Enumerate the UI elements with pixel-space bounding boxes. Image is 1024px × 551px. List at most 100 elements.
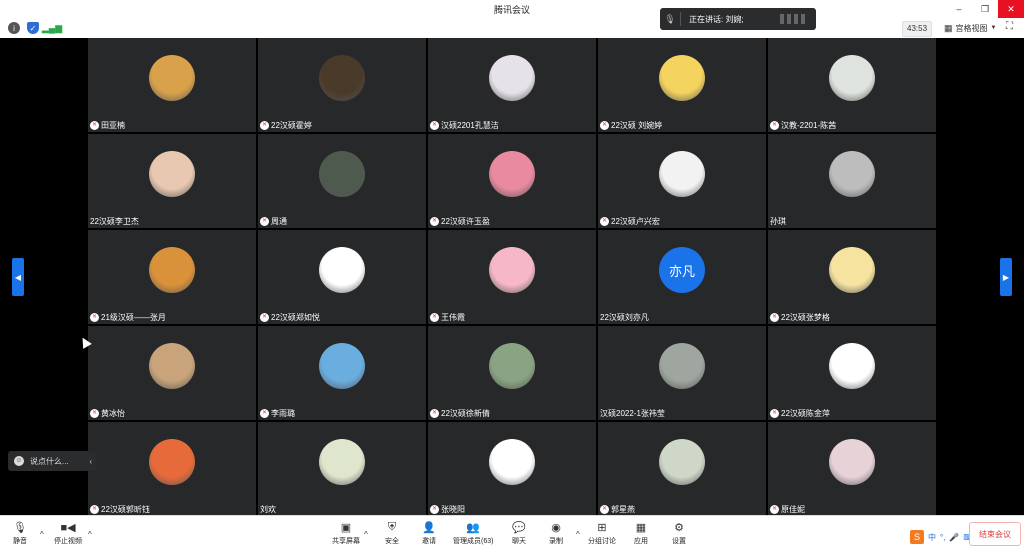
participant-tile[interactable]: ✕ 22汉硕卢兴宏 bbox=[598, 134, 766, 228]
participant-tile[interactable]: ✕ 周通 bbox=[258, 134, 426, 228]
emoji-icon[interactable]: ☺ bbox=[14, 456, 24, 466]
participant-tile[interactable]: ✕ 22汉硕张梦格 bbox=[768, 230, 936, 324]
participant-tile[interactable]: ✕ 原佳妮 bbox=[768, 422, 936, 516]
participant-tile[interactable]: ✕ 汉硕2201孔慧洁 bbox=[428, 38, 596, 132]
ime-mode[interactable]: 中 bbox=[928, 532, 936, 543]
participant-tile[interactable]: 亦凡 22汉硕刘亦凡 bbox=[598, 230, 766, 324]
chevron-left-icon[interactable]: ‹ bbox=[89, 457, 92, 466]
participant-tile[interactable]: ✕ 王伟霞 bbox=[428, 230, 596, 324]
record-options-caret[interactable]: ^ bbox=[576, 530, 580, 539]
participant-tile[interactable]: ✕ 22汉硕霍婷 bbox=[258, 38, 426, 132]
info-icon[interactable]: i bbox=[8, 22, 20, 34]
participant-tile[interactable]: ✕ 田亚楠 bbox=[88, 38, 256, 132]
breakout-button[interactable]: ⊞ 分组讨论 bbox=[588, 520, 616, 546]
microphone-icon: 🎙 bbox=[664, 13, 676, 24]
avatar bbox=[489, 55, 535, 101]
muted-icon: ✕ bbox=[90, 408, 99, 418]
gear-icon: ⚙ bbox=[674, 521, 684, 534]
muted-icon: ✕ bbox=[430, 312, 439, 322]
minimize-button[interactable]: – bbox=[946, 0, 972, 18]
apps-button[interactable]: ▦ 应用 bbox=[633, 520, 649, 546]
settings-label: 设置 bbox=[672, 538, 686, 545]
participant-nameplate: 22汉硕李卫杰 bbox=[90, 214, 139, 228]
participant-tile[interactable]: ✕ 张晓阳 bbox=[428, 422, 596, 516]
participant-name: 王伟霞 bbox=[441, 312, 465, 322]
record-button[interactable]: ◉ 录制 bbox=[548, 520, 564, 546]
avatar bbox=[319, 151, 365, 197]
shield-icon: ⛨ bbox=[387, 520, 397, 533]
participant-nameplate: ✕ 王伟霞 bbox=[430, 310, 465, 324]
prev-page-button[interactable]: ◀ bbox=[12, 258, 24, 296]
participant-nameplate: ✕ 原佳妮 bbox=[770, 502, 805, 516]
shield-icon[interactable]: ✓ bbox=[27, 22, 39, 34]
members-icon: 👥 bbox=[466, 521, 481, 534]
participant-nameplate: 汉硕2022-1张祎莹 bbox=[600, 406, 665, 420]
participant-name: 黄冰怡 bbox=[101, 408, 125, 418]
audio-options-caret[interactable]: ^ bbox=[40, 530, 44, 539]
chat-label: 聊天 bbox=[512, 538, 526, 545]
record-label: 录制 bbox=[549, 538, 563, 545]
microphone-icon: 🎙 bbox=[13, 521, 27, 534]
participant-nameplate: 22汉硕刘亦凡 bbox=[600, 310, 649, 324]
mute-button[interactable]: 🎙 静音 bbox=[12, 520, 28, 546]
participant-name: 22汉硕李卫杰 bbox=[90, 216, 139, 226]
end-meeting-button[interactable]: 结束会议 bbox=[969, 522, 1021, 546]
participant-tile[interactable]: ✕ 22汉硕郑如悦 bbox=[258, 230, 426, 324]
participant-nameplate: ✕ 22汉硕霍婷 bbox=[260, 118, 312, 132]
sogou-logo[interactable]: S bbox=[910, 530, 924, 544]
participant-nameplate: ✕ 22汉硕张梦格 bbox=[770, 310, 830, 324]
avatar bbox=[319, 247, 365, 293]
signal-icon[interactable]: ▂▄▆ bbox=[42, 22, 62, 34]
participant-tile[interactable]: ✕ 黄冰怡 bbox=[88, 326, 256, 420]
manage-members-button[interactable]: 👥 管理成员(63) bbox=[453, 520, 493, 546]
participant-tile[interactable]: ✕ 22汉硕 刘婉婷 bbox=[598, 38, 766, 132]
quick-chat-input[interactable]: ☺ 说点什么... ‹ bbox=[8, 451, 96, 471]
ime-punct[interactable]: °, bbox=[940, 533, 945, 542]
stop-video-button[interactable]: ■◀ 停止视频 bbox=[54, 520, 82, 546]
muted-icon: ✕ bbox=[600, 120, 609, 130]
participant-nameplate: ✕ 周通 bbox=[260, 214, 287, 228]
participant-tile[interactable]: ✕ 22汉硕陈金萍 bbox=[768, 326, 936, 420]
invite-button[interactable]: 👤 邀请 bbox=[421, 520, 437, 546]
participant-name: 22汉硕卢兴宏 bbox=[611, 216, 660, 226]
participant-name: 22汉硕张梦格 bbox=[781, 312, 830, 322]
share-options-caret[interactable]: ^ bbox=[364, 530, 368, 539]
avatar bbox=[149, 55, 195, 101]
participant-nameplate: ✕ 汉教-2201-陈茜 bbox=[770, 118, 836, 132]
participant-tile[interactable]: ✕ 汉教-2201-陈茜 bbox=[768, 38, 936, 132]
participant-tile[interactable]: 22汉硕李卫杰 bbox=[88, 134, 256, 228]
divider bbox=[680, 12, 681, 26]
settings-button[interactable]: ⚙ 设置 bbox=[671, 520, 687, 546]
avatar bbox=[489, 151, 535, 197]
security-button[interactable]: ⛨ 安全 bbox=[384, 520, 400, 546]
participant-tile[interactable]: ✕ 李雨璐 bbox=[258, 326, 426, 420]
participant-tile[interactable]: ✕ 22汉硕郭昕钰 bbox=[88, 422, 256, 516]
participant-nameplate: ✕ 22汉硕徐新倩 bbox=[430, 406, 490, 420]
share-screen-button[interactable]: ▣ 共享屏幕 bbox=[332, 520, 360, 546]
close-button[interactable]: ✕ bbox=[998, 0, 1024, 18]
manage-members-label: 管理成员(63) bbox=[453, 538, 494, 545]
participant-tile[interactable]: ✕ 22汉硕徐新倩 bbox=[428, 326, 596, 420]
security-label: 安全 bbox=[385, 538, 399, 545]
participant-tile[interactable]: 汉硕2022-1张祎莹 bbox=[598, 326, 766, 420]
participant-tile[interactable]: ✕ 22汉硕许玉盈 bbox=[428, 134, 596, 228]
chat-button[interactable]: 💬 聊天 bbox=[511, 520, 527, 546]
avatar bbox=[829, 151, 875, 197]
view-mode-button[interactable]: ▦ 宫格视图 ▼ bbox=[940, 21, 1000, 35]
chevron-left-icon: ◀ bbox=[14, 272, 22, 282]
avatar bbox=[829, 343, 875, 389]
ime-voice-icon[interactable]: 🎤 bbox=[949, 533, 959, 542]
camera-icon: ■◀ bbox=[60, 521, 76, 534]
fullscreen-icon[interactable]: ⛶ bbox=[1006, 21, 1013, 32]
video-options-caret[interactable]: ^ bbox=[88, 530, 92, 539]
participant-tile[interactable]: 孙琪 bbox=[768, 134, 936, 228]
view-mode-label: 宫格视图 bbox=[955, 23, 988, 33]
next-page-button[interactable]: ▶ bbox=[1000, 258, 1012, 296]
participant-tile[interactable]: ✕ 21级汉硕——张月 bbox=[88, 230, 256, 324]
participant-tile[interactable]: 刘欢 bbox=[258, 422, 426, 516]
maximize-button[interactable]: ❐ bbox=[972, 0, 998, 18]
speaker-avatars bbox=[780, 14, 806, 24]
participant-nameplate: ✕ 田亚楠 bbox=[90, 118, 125, 132]
participant-name: 汉教-2201-陈茜 bbox=[781, 120, 837, 130]
participant-tile[interactable]: ✕ 郭星燕 bbox=[598, 422, 766, 516]
